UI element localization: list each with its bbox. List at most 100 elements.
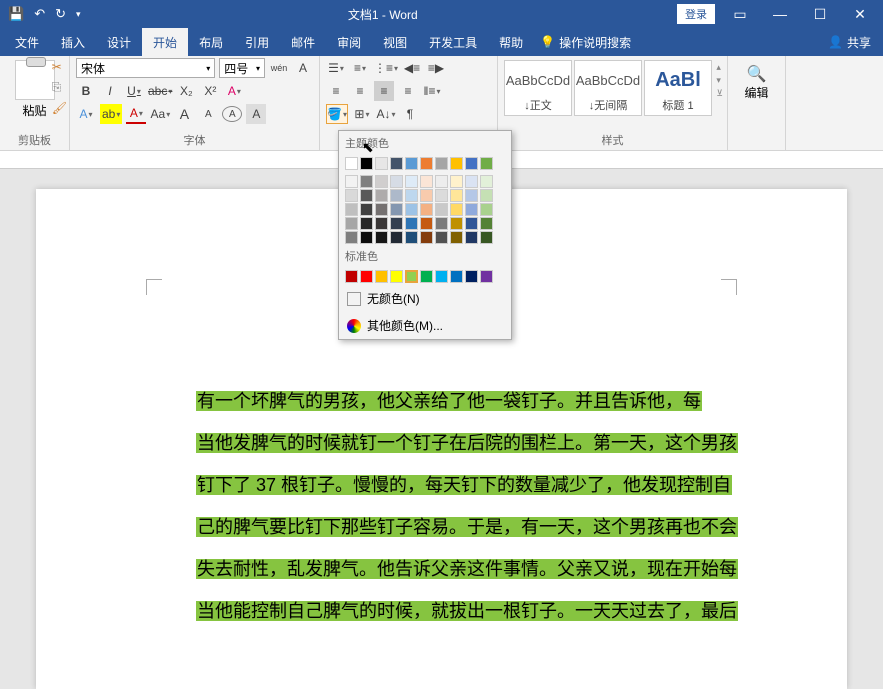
color-swatch[interactable]	[360, 217, 373, 230]
tab-文件[interactable]: 文件	[4, 28, 50, 56]
color-swatch[interactable]	[375, 270, 388, 283]
circled-char-button[interactable]: A	[222, 106, 242, 122]
highlighted-text[interactable]: 当他能控制自己脾气的时候，就拔出一根钉子。一天天过去了，最后	[196, 601, 738, 621]
color-swatch[interactable]	[435, 270, 448, 283]
phonetic-button[interactable]: wén	[269, 58, 289, 78]
style-↓正文[interactable]: AaBbCcDd↓正文	[504, 60, 572, 116]
color-swatch[interactable]	[465, 231, 478, 244]
color-swatch[interactable]	[345, 157, 358, 170]
bold-button[interactable]: B	[76, 81, 96, 101]
color-swatch[interactable]	[435, 175, 448, 188]
tab-帮助[interactable]: 帮助	[488, 28, 534, 56]
highlighted-text[interactable]: 有一个坏脾气的男孩，他父亲给了他一袋钉子。并且告诉他，每	[196, 391, 702, 411]
color-swatch[interactable]	[450, 270, 463, 283]
tab-开发工具[interactable]: 开发工具	[418, 28, 488, 56]
char-shading-button[interactable]: A	[246, 104, 266, 124]
color-swatch[interactable]	[345, 175, 358, 188]
color-swatch[interactable]	[450, 217, 463, 230]
save-icon[interactable]: 💾	[8, 6, 24, 22]
highlighted-text[interactable]: 当他发脾气的时候就钉一个钉子在后院的围栏上。第一天，这个男孩	[196, 433, 738, 453]
color-swatch[interactable]	[375, 203, 388, 216]
color-swatch[interactable]	[405, 270, 418, 283]
color-swatch[interactable]	[405, 203, 418, 216]
show-marks-button[interactable]: ¶	[400, 104, 420, 124]
edit-button[interactable]: 编辑	[734, 84, 779, 101]
bullets-button[interactable]: ☰	[326, 58, 346, 78]
color-swatch[interactable]	[360, 175, 373, 188]
minimize-icon[interactable]: —	[765, 6, 795, 22]
color-swatch[interactable]	[435, 189, 448, 202]
color-swatch[interactable]	[375, 157, 388, 170]
color-swatch[interactable]	[420, 189, 433, 202]
color-swatch[interactable]	[465, 189, 478, 202]
color-swatch[interactable]	[390, 231, 403, 244]
underline-button[interactable]: U	[124, 81, 144, 101]
numbering-button[interactable]: ≡	[350, 58, 370, 78]
superscript-button[interactable]: X²	[200, 81, 220, 101]
color-swatch[interactable]	[465, 203, 478, 216]
no-color-item[interactable]: 无颜色(N)	[339, 285, 511, 312]
borders-button[interactable]: ⊞	[352, 104, 372, 124]
tab-设计[interactable]: 设计	[96, 28, 142, 56]
color-swatch[interactable]	[360, 203, 373, 216]
styles-up-icon[interactable]: ▴	[716, 62, 723, 73]
strikethrough-button[interactable]: abc	[148, 81, 172, 101]
color-swatch[interactable]	[390, 203, 403, 216]
justify-button[interactable]: ≡	[398, 81, 418, 101]
color-swatch[interactable]	[390, 270, 403, 283]
login-button[interactable]: 登录	[677, 4, 715, 24]
color-swatch[interactable]	[390, 189, 403, 202]
color-swatch[interactable]	[435, 231, 448, 244]
paste-icon[interactable]	[15, 60, 55, 100]
color-swatch[interactable]	[360, 231, 373, 244]
highlight-button[interactable]: ab	[100, 104, 122, 124]
color-swatch[interactable]	[345, 217, 358, 230]
tell-me-input[interactable]: 操作说明搜索	[559, 34, 631, 51]
color-swatch[interactable]	[405, 217, 418, 230]
highlighted-text[interactable]: 钉下了 37 根钉子。慢慢的，每天钉下的数量减少了，他发现控制自	[196, 475, 732, 495]
qat-more-icon[interactable]: ▾	[76, 9, 81, 20]
highlighted-text[interactable]: 失去耐性，乱发脾气。他告诉父亲这件事情。父亲又说，现在开始每	[196, 559, 738, 579]
color-swatch[interactable]	[435, 203, 448, 216]
color-swatch[interactable]	[390, 157, 403, 170]
multilevel-button[interactable]: ⋮≡	[374, 58, 398, 78]
color-swatch[interactable]	[420, 231, 433, 244]
increase-indent-button[interactable]: ≡▶	[426, 58, 446, 78]
color-swatch[interactable]	[480, 203, 493, 216]
align-center-button[interactable]: ≡	[350, 81, 370, 101]
color-swatch[interactable]	[450, 157, 463, 170]
styles-more-icon[interactable]: ⊻	[716, 88, 723, 99]
color-swatch[interactable]	[480, 270, 493, 283]
close-icon[interactable]: ✕	[845, 6, 875, 23]
color-swatch[interactable]	[450, 189, 463, 202]
tab-引用[interactable]: 引用	[234, 28, 280, 56]
share-button[interactable]: 共享	[847, 34, 871, 51]
color-swatch[interactable]	[480, 217, 493, 230]
sort-button[interactable]: A↓	[376, 104, 396, 124]
find-icon[interactable]: 🔍	[747, 66, 767, 83]
shrink-font-button[interactable]: A	[198, 104, 218, 124]
color-swatch[interactable]	[420, 217, 433, 230]
maximize-icon[interactable]: ☐	[805, 6, 835, 23]
color-swatch[interactable]	[420, 203, 433, 216]
styles-down-icon[interactable]: ▾	[716, 75, 723, 86]
color-swatch[interactable]	[480, 157, 493, 170]
color-swatch[interactable]	[405, 189, 418, 202]
char-border-button[interactable]: A	[293, 58, 313, 78]
tab-视图[interactable]: 视图	[372, 28, 418, 56]
color-swatch[interactable]	[405, 231, 418, 244]
tab-邮件[interactable]: 邮件	[280, 28, 326, 56]
tab-开始[interactable]: 开始	[142, 28, 188, 56]
tab-审阅[interactable]: 审阅	[326, 28, 372, 56]
color-swatch[interactable]	[480, 175, 493, 188]
color-swatch[interactable]	[450, 203, 463, 216]
doc-body[interactable]: 有一个坏脾气的男孩，他父亲给了他一袋钉子。并且告诉他，每当他发脾气的时候就钉一个…	[196, 381, 787, 633]
color-swatch[interactable]	[405, 157, 418, 170]
color-swatch[interactable]	[465, 157, 478, 170]
color-swatch[interactable]	[360, 189, 373, 202]
more-colors-item[interactable]: 其他颜色(M)...	[339, 312, 511, 339]
undo-icon[interactable]: ↶	[34, 6, 45, 22]
color-swatch[interactable]	[420, 175, 433, 188]
redo-icon[interactable]: ↻	[55, 6, 66, 22]
color-swatch[interactable]	[405, 175, 418, 188]
